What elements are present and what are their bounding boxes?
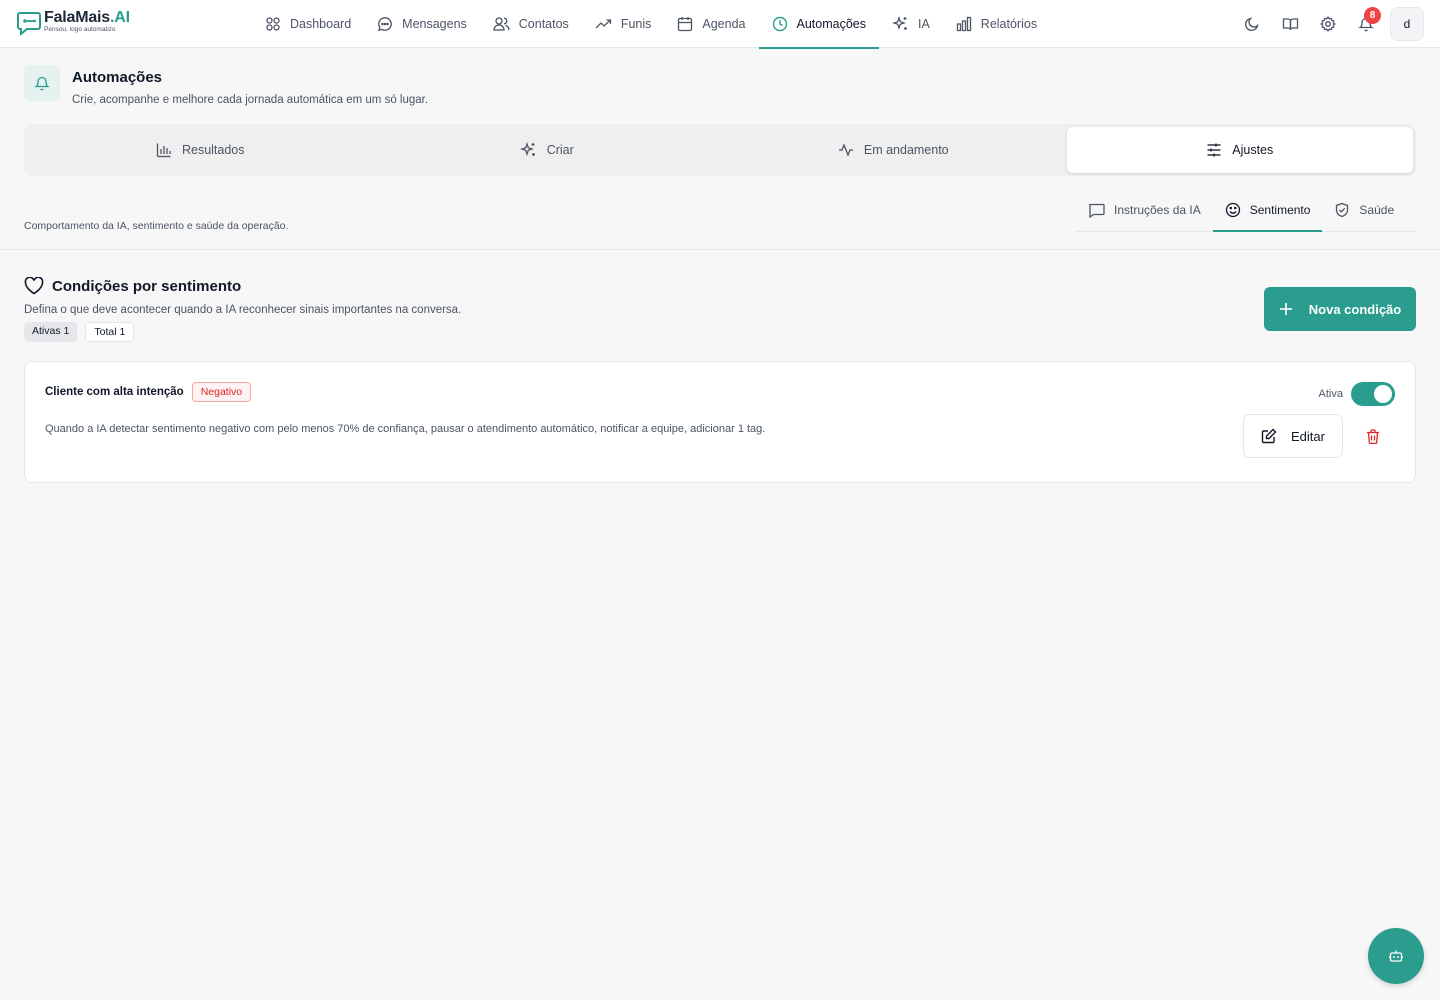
page-subtitle: Crie, acompanhe e melhore cada jornada a… (72, 94, 429, 106)
sliders-icon (1207, 143, 1221, 157)
tab-ajustes[interactable]: Ajustes (1066, 127, 1413, 173)
nav-item-relatorios[interactable]: Relatórios (943, 0, 1050, 48)
nav-item-ia[interactable]: IA (879, 0, 943, 48)
condition-title: Cliente com alta intenção (45, 386, 184, 398)
nav-item-dashboard[interactable]: Dashboard (252, 0, 364, 48)
settings-button[interactable] (1310, 6, 1346, 42)
subtab-instrucoes-ia[interactable]: Instruções da IA (1076, 188, 1213, 231)
status-label: Ativa (1318, 388, 1343, 400)
theme-toggle-button[interactable] (1234, 6, 1270, 42)
grid-icon (266, 17, 280, 31)
conditions-header: Condições por sentimento Defina o que de… (24, 277, 461, 342)
tab-em-andamento[interactable]: Em andamento (720, 127, 1067, 173)
notifications-button[interactable]: 8 (1348, 6, 1384, 42)
plus-icon (1279, 303, 1292, 315)
nav-actions: 8 d (1232, 6, 1424, 42)
settings-sub-tabs: Instruções da IA Sentimento Saúde (1076, 188, 1416, 232)
nav-item-funis[interactable]: Funis (582, 0, 665, 48)
smile-icon (1225, 202, 1240, 217)
sentiment-badge: Negativo (191, 382, 252, 402)
main-tabs: Resultados Criar Em andamento Ajustes (24, 124, 1416, 176)
bot-icon (1389, 950, 1403, 962)
nav-item-contatos[interactable]: Contatos (480, 0, 582, 48)
sparkles-icon (519, 142, 535, 156)
message-square-icon (1089, 203, 1105, 218)
book-open-icon (1282, 18, 1298, 31)
brand-tagline: Pensou, logo automatizo (44, 26, 116, 33)
chat-logo-icon (17, 12, 41, 36)
conditions-title: Condições por sentimento (24, 277, 461, 295)
toggle-knob (1374, 385, 1392, 403)
edit-icon (1261, 428, 1277, 444)
assistant-bot-button[interactable] (1368, 928, 1424, 984)
delete-condition-button[interactable] (1363, 426, 1383, 446)
subtab-sentimento[interactable]: Sentimento (1212, 188, 1323, 232)
nav-item-automacoes[interactable]: Automações (758, 0, 880, 49)
nav-item-mensagens[interactable]: Mensagens (364, 0, 480, 48)
main-nav: Dashboard Mensagens Contatos Funis Agend… (252, 0, 1050, 49)
message-icon (378, 17, 393, 32)
activity-icon (838, 143, 853, 157)
bell-icon (34, 76, 50, 91)
moon-icon (1244, 17, 1259, 32)
conditions-subtitle: Defina o que deve acontecer quando a IA … (24, 304, 462, 316)
condition-description: Quando a IA detectar sentimento negativo… (45, 423, 766, 435)
clock-icon (772, 16, 787, 32)
bar-chart-icon (156, 143, 171, 158)
edit-condition-button[interactable]: Editar (1243, 414, 1343, 458)
gear-icon (1320, 16, 1336, 32)
docs-button[interactable] (1272, 6, 1308, 42)
page-title: Automações (72, 69, 163, 86)
settings-description: Comportamento da IA, sentimento e saúde … (24, 220, 289, 232)
shield-check-icon (1336, 202, 1349, 217)
trash-icon (1367, 428, 1379, 444)
user-avatar[interactable]: d (1390, 7, 1424, 41)
notification-badge: 8 (1364, 7, 1381, 24)
nav-item-agenda[interactable]: Agenda (664, 0, 758, 48)
subtab-saude[interactable]: Saúde (1322, 188, 1406, 231)
total-count-chip: Total 1 (85, 322, 135, 342)
top-nav: FalaMais.AI Pensou, logo automatizo Dash… (0, 0, 1440, 49)
brand-logo[interactable]: FalaMais.AI Pensou, logo automatizo (16, 10, 130, 36)
page-icon (24, 65, 60, 101)
active-count-chip: Ativas 1 (24, 322, 78, 342)
page-header: Automações Crie, acompanhe e melhore cad… (24, 65, 428, 106)
new-condition-button[interactable]: Nova condição (1264, 287, 1416, 331)
trending-up-icon (595, 19, 611, 29)
heart-icon (24, 277, 44, 295)
condition-card: Cliente com alta intenção Negativo Quand… (24, 361, 1416, 483)
brand-name: FalaMais.AI (44, 9, 130, 26)
section-divider (0, 249, 1440, 250)
sparkles-icon (892, 16, 907, 30)
tab-resultados[interactable]: Resultados (27, 127, 374, 173)
conditions-counts: Ativas 1 Total 1 (24, 322, 461, 342)
users-icon (493, 17, 510, 31)
tab-criar[interactable]: Criar (374, 127, 721, 173)
condition-active-toggle[interactable] (1351, 382, 1395, 406)
calendar-icon (678, 17, 693, 32)
bar-chart-icon (956, 16, 971, 32)
